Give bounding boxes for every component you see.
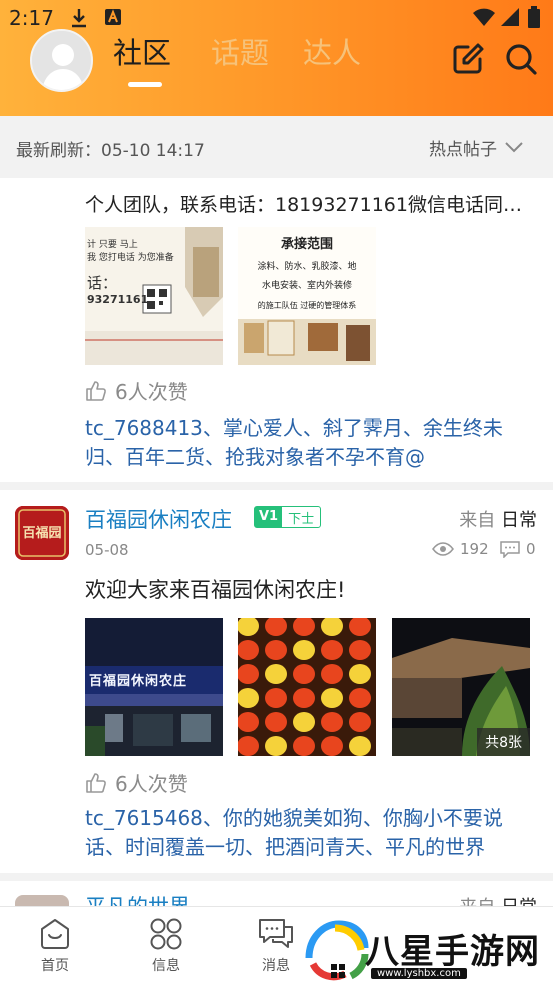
post-image[interactable]: 承接范围 涂料、防水、乳胶漆、地 水电安装、室内外装修 的施工队伍 过硬的管理体… xyxy=(238,227,376,365)
sort-dropdown[interactable]: 热点帖子 xyxy=(429,135,523,160)
user-level-badge: V1 下士 xyxy=(254,506,322,528)
wifi-icon xyxy=(473,8,495,26)
user-avatar[interactable] xyxy=(30,29,93,92)
tab-topics[interactable]: 话题 xyxy=(211,30,269,72)
signal-icon xyxy=(501,8,519,26)
watermark-url: www.lyshbx.com xyxy=(371,968,467,979)
status-bar: 2:17 xyxy=(0,0,553,36)
post-author-avatar[interactable]: 百福园 xyxy=(15,506,69,560)
post-image[interactable]: 计 只要 马上 我 您打电话 为您准备 话： 93271161 xyxy=(85,227,223,365)
post-author-avatar[interactable] xyxy=(15,895,69,906)
post-source: 来自 日常 xyxy=(459,510,537,531)
nav-info[interactable]: 信息 xyxy=(126,917,206,981)
thumbs-up-icon xyxy=(86,380,106,401)
chevron-down-icon xyxy=(505,142,523,153)
likers-list[interactable]: tc_7615468、你的她貌美如狗、你胸小不要说话、时间覆盖一切、把酒问青天、… xyxy=(85,804,535,862)
post-image[interactable]: 百福园休闲农庄 xyxy=(85,618,223,756)
post-date: 05-08 xyxy=(85,541,129,559)
grid-icon xyxy=(150,918,182,950)
active-tab-indicator xyxy=(128,82,162,87)
post-card[interactable]: 平凡的世界 来自 日常 xyxy=(0,881,553,906)
view-count: 192 xyxy=(432,540,489,558)
eye-icon xyxy=(432,542,454,556)
gate-sign-text: 百福园休闲农庄 xyxy=(89,674,188,689)
post-image[interactable] xyxy=(238,618,376,756)
home-icon xyxy=(41,919,69,949)
likers-list[interactable]: tc_7688413、掌心爱人、斜了霁月、余生终未归、百年二货、抢我对象者不孕不… xyxy=(85,414,535,472)
post-source: 来自 日常 xyxy=(459,893,537,906)
refresh-bar: 最新刷新：05-10 14:17 热点帖子 xyxy=(0,116,553,178)
watermark-text: 八星手游网 xyxy=(365,932,540,972)
image-count-badge: 共8张 xyxy=(477,728,530,756)
post-text: 欢迎大家来百福园休闲农庄! xyxy=(85,578,346,602)
post-divider xyxy=(0,482,553,490)
post-card[interactable]: 个人团队，联系电话：18193271161微信电话同… 计 只要 马上 我 您打… xyxy=(0,178,553,490)
post-divider xyxy=(0,873,553,881)
avatar-logo-text: 百福园 xyxy=(22,526,62,541)
nav-messages-label: 消息 xyxy=(262,958,290,974)
nav-home-label: 首页 xyxy=(41,958,69,974)
search-icon[interactable] xyxy=(504,42,538,76)
app-notification-icon xyxy=(105,9,121,25)
nav-home[interactable]: 首页 xyxy=(15,917,95,981)
nav-info-label: 信息 xyxy=(152,958,180,974)
comment-icon xyxy=(500,540,520,558)
post-author-name[interactable]: 百福园休闲农庄 xyxy=(85,504,232,534)
nav-messages[interactable]: 消息 xyxy=(236,917,316,981)
lanterns-image xyxy=(238,618,376,756)
like-count: 6人次赞 xyxy=(115,380,188,404)
status-time: 2:17 xyxy=(9,6,54,30)
tab-community[interactable]: 社区 xyxy=(113,30,171,72)
app-header: 2:17 社区 话题 达人 xyxy=(0,0,553,116)
post-image[interactable]: 共8张 xyxy=(392,618,530,756)
thumbs-up-icon xyxy=(86,772,106,793)
download-icon xyxy=(72,9,86,28)
post-text: 个人团队，联系电话：18193271161微信电话同… xyxy=(85,194,522,216)
default-avatar-icon xyxy=(32,31,91,90)
like-count: 6人次赞 xyxy=(115,772,188,796)
sort-dropdown-label: 热点帖子 xyxy=(429,140,497,160)
poster-text: 计 只要 马上 我 您打电话 为您准备 话： 93271161 xyxy=(87,240,174,306)
last-refresh-time: 最新刷新：05-10 14:17 xyxy=(16,141,205,161)
post-feed[interactable]: 个人团队，联系电话：18193271161微信电话同… 计 只要 马上 我 您打… xyxy=(0,178,553,906)
battery-icon xyxy=(528,6,540,28)
tab-experts[interactable]: 达人 xyxy=(303,30,361,72)
post-author-name[interactable]: 平凡的世界 xyxy=(85,891,190,906)
comment-count[interactable]: 0 xyxy=(500,540,536,558)
scope-text: 承接范围 涂料、防水、乳胶漆、地 水电安装、室内外装修 的施工队伍 过硬的管理体… xyxy=(257,237,357,310)
post-card[interactable]: 百福园 百福园休闲农庄 V1 下士 来自 日常 05-08 192 0 欢迎大家… xyxy=(0,490,553,880)
like-row[interactable]: 6人次赞 xyxy=(85,768,188,797)
chat-icon xyxy=(259,919,293,948)
site-watermark: 八星手游网 www.lyshbx.com xyxy=(305,918,553,984)
compose-icon[interactable] xyxy=(451,42,485,76)
like-row[interactable]: 6人次赞 xyxy=(85,376,188,405)
